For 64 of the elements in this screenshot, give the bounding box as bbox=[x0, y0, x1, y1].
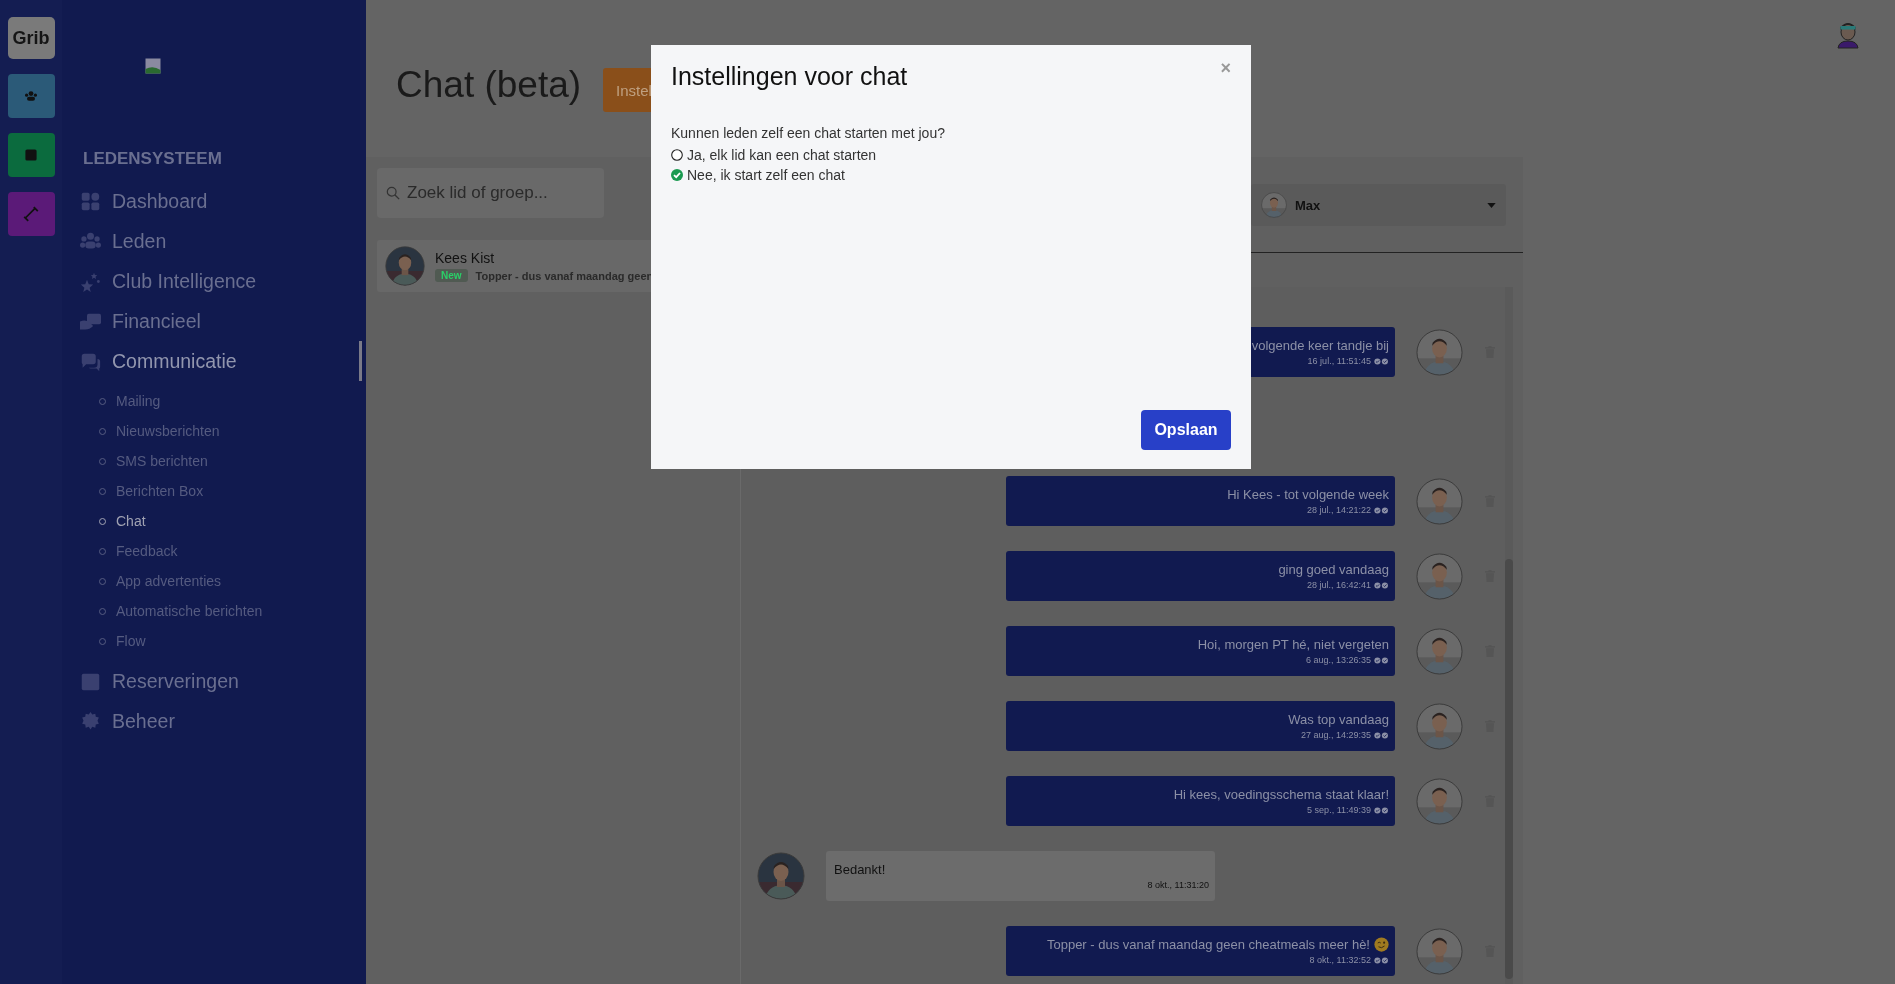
app-button[interactable] bbox=[7, 192, 55, 236]
search-field[interactable]: Zoek lid of groep... bbox=[377, 168, 604, 218]
message-text: Bedankt! bbox=[834, 862, 887, 877]
message-time: 6 aug., 13:26:35 bbox=[1305, 655, 1371, 665]
gear-icon bbox=[80, 710, 101, 732]
message-text: Hi kees, voedingsschema staat klaar! bbox=[1173, 787, 1389, 802]
submenu-item[interactable]: Automatische berichten bbox=[99, 596, 366, 626]
app-button[interactable] bbox=[7, 74, 55, 118]
search-icon bbox=[386, 186, 400, 200]
page-title: Chat (beta) bbox=[396, 64, 582, 106]
submenu-item[interactable]: Flow bbox=[99, 626, 366, 656]
double-check-icon bbox=[1374, 731, 1389, 739]
nav-item[interactable]: Dashboard bbox=[78, 181, 366, 221]
dashboard-icon bbox=[80, 190, 101, 212]
caret-icon bbox=[1487, 202, 1496, 208]
radio-option[interactable]: Nee, ik start zelf een chat bbox=[671, 165, 1231, 185]
submenu-item[interactable]: Berichten Box bbox=[99, 476, 366, 506]
broken-image-icon bbox=[145, 58, 161, 74]
submenu-item[interactable]: Mailing bbox=[99, 386, 366, 416]
double-check-icon bbox=[1374, 956, 1389, 964]
message-time: 28 jul., 14:21:22 bbox=[1306, 505, 1371, 515]
submenu-item[interactable]: Nieuwsberichten bbox=[99, 416, 366, 446]
people-icon bbox=[80, 230, 101, 252]
submenu-item[interactable]: Feedback bbox=[99, 536, 366, 566]
dialog-title: Instellingen voor chat bbox=[671, 62, 908, 91]
dumbbell-icon bbox=[23, 206, 39, 222]
message-time: 28 jul., 16:42:41 bbox=[1306, 580, 1371, 590]
people-icon bbox=[23, 88, 39, 104]
contact-name: Kees Kist bbox=[435, 250, 496, 266]
app-button[interactable] bbox=[7, 133, 55, 177]
nav-item[interactable]: Club Intelligence bbox=[78, 261, 366, 301]
winking-smiley-icon bbox=[1374, 937, 1389, 952]
nav-item[interactable]: Beheer bbox=[78, 701, 366, 741]
submenu-item[interactable]: App advertenties bbox=[99, 566, 366, 596]
message-time: 8 okt., 11:31:20 bbox=[1147, 880, 1209, 890]
message-text: Was top vandaag bbox=[1288, 712, 1389, 727]
submenu-item[interactable]: Chat bbox=[99, 506, 366, 536]
double-check-icon bbox=[1374, 806, 1389, 814]
app-switcher-button[interactable]: Grib bbox=[7, 17, 55, 59]
double-check-icon bbox=[1374, 581, 1389, 589]
double-check-icon bbox=[1374, 656, 1389, 664]
submenu-item[interactable]: SMS berichten bbox=[99, 446, 366, 476]
double-check-icon bbox=[1374, 506, 1389, 514]
radio-option[interactable]: Ja, elk lid kan een chat starten bbox=[671, 145, 1231, 165]
close-button[interactable]: × bbox=[1220, 59, 1231, 77]
message-time: 27 aug., 14:29:35 bbox=[1300, 730, 1371, 740]
save-button[interactable]: Opslaan bbox=[1141, 410, 1231, 450]
nav-item[interactable]: Financieel bbox=[78, 301, 366, 341]
new-badge: New bbox=[435, 269, 468, 282]
nav-item[interactable]: Reserveringen bbox=[78, 661, 366, 701]
message-time: 8 okt., 11:32:52 bbox=[1309, 955, 1371, 965]
question-text: Kunnen leden zelf een chat starten met jou? bbox=[671, 125, 946, 141]
nav-item[interactable]: Communicatie bbox=[78, 341, 366, 381]
message-time: 5 sep., 11:49:39 bbox=[1307, 805, 1371, 815]
double-check-icon bbox=[1374, 357, 1389, 365]
message-text: volgende keer tandje bij bbox=[1251, 338, 1389, 353]
message-text: Hoi, morgen PT hé, niet vergeten bbox=[1197, 637, 1389, 652]
message-text: Hi Kees - tot volgende week bbox=[1227, 487, 1389, 502]
message-time: 16 jul., 11:51:45 bbox=[1307, 356, 1371, 366]
message-text: ging goed vandaag bbox=[1278, 562, 1389, 577]
section-heading: LEDENSYSTEEM bbox=[83, 149, 223, 169]
message-text: Topper - dus vanaf maandag geen cheatmeals meer hè! bbox=[1046, 937, 1389, 952]
recipient-dropdown[interactable]: Max bbox=[1251, 184, 1506, 226]
nav-item[interactable]: Leden bbox=[78, 221, 366, 261]
